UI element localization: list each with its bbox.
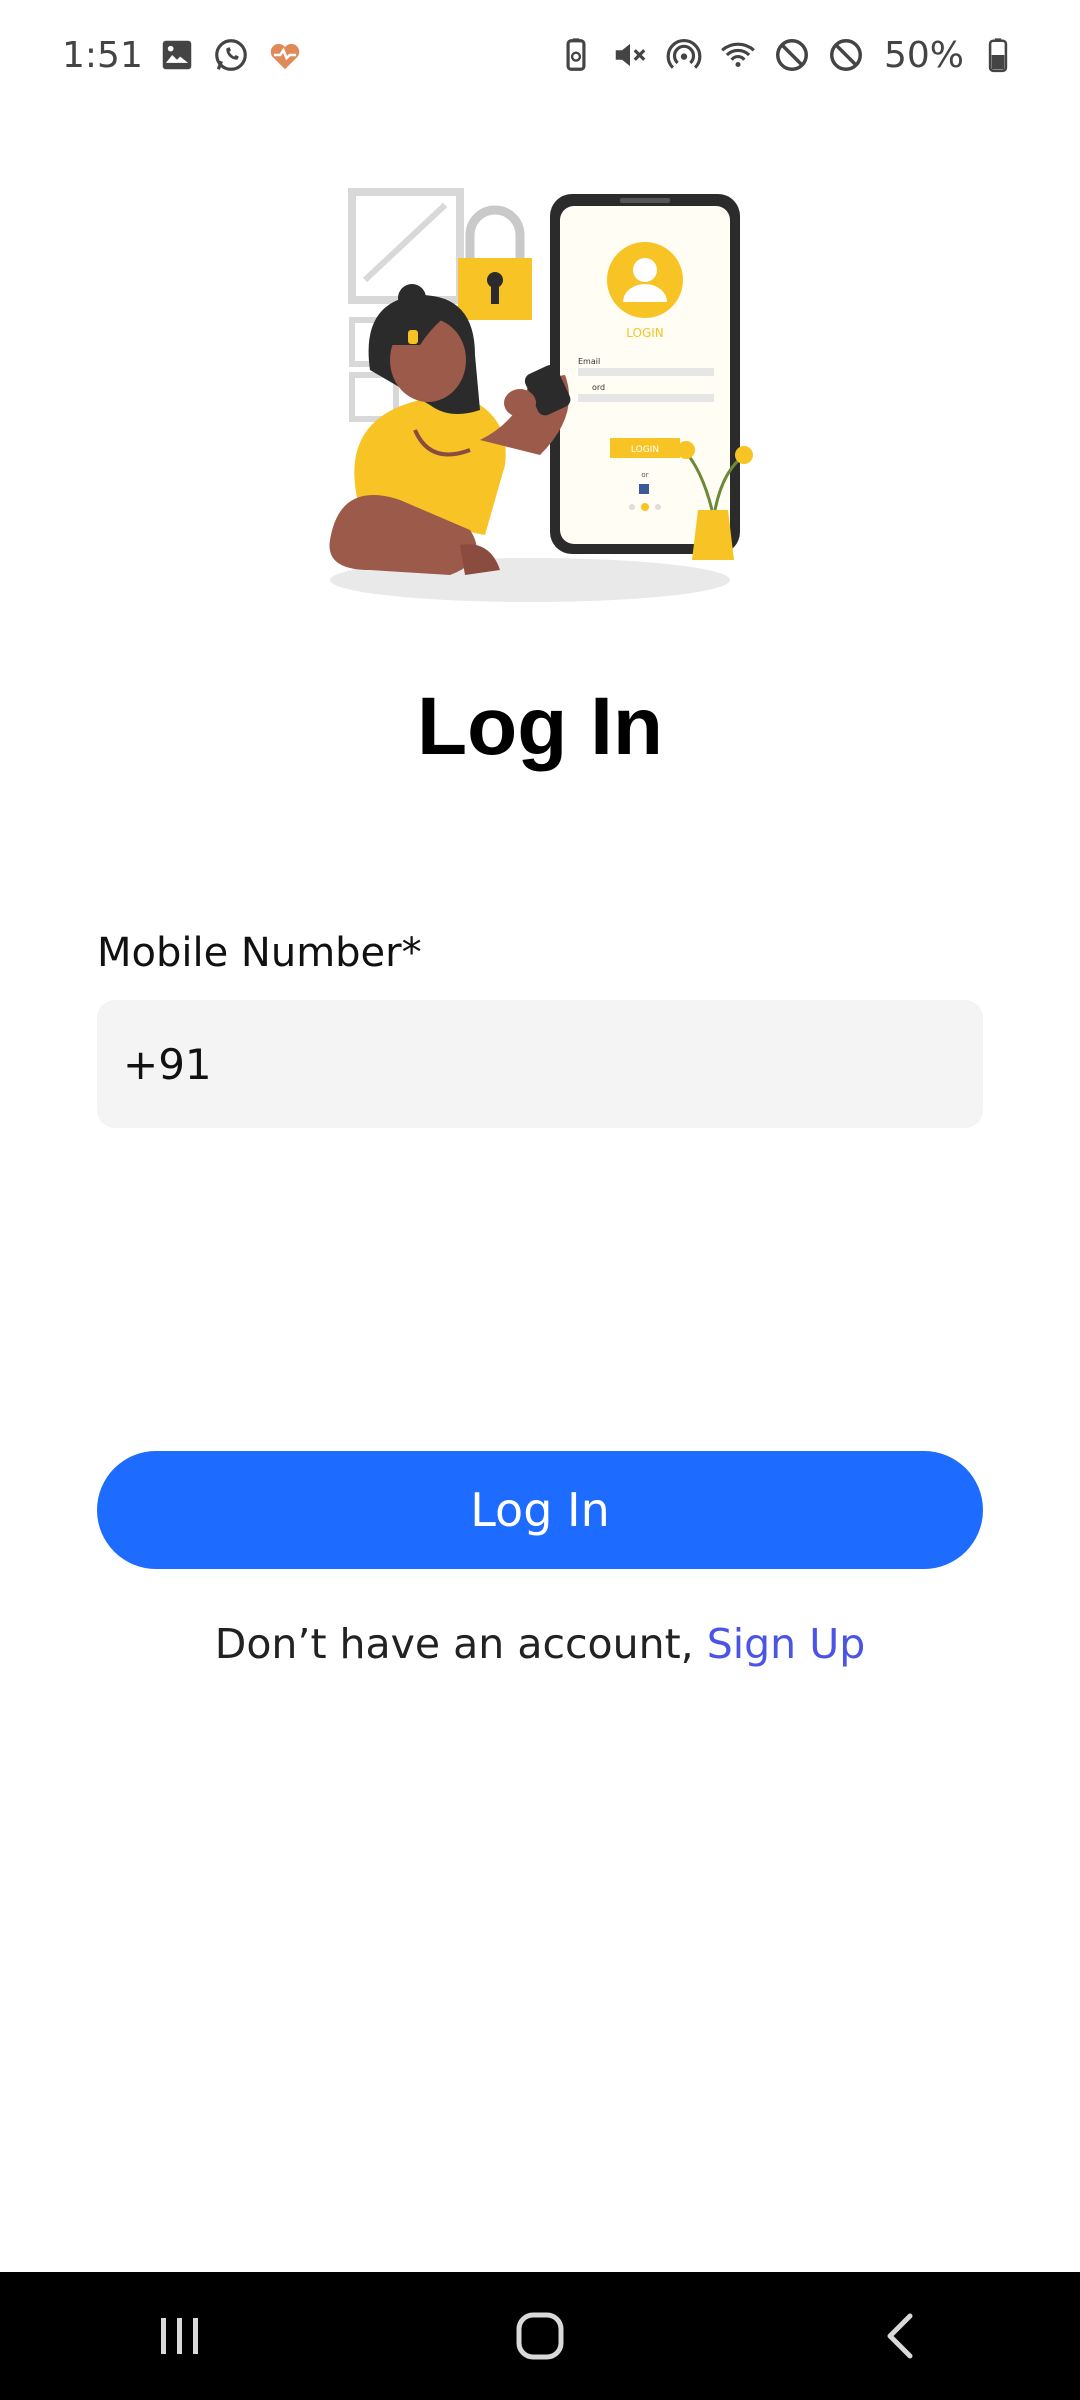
status-bar-right: 50% <box>556 35 1018 76</box>
hotspot-icon <box>664 35 704 75</box>
illustration-login-title: LOGIN <box>626 326 664 340</box>
status-bar: 1:51 50% <box>0 0 1080 110</box>
illustration-or-label: or <box>641 471 648 479</box>
status-bar-left: 1:51 <box>62 35 305 76</box>
battery-saver-icon <box>556 35 596 75</box>
illustration-email-label: Email <box>578 357 600 366</box>
page-title: Log In <box>417 681 663 772</box>
battery-percent: 50% <box>883 34 964 76</box>
mobile-number-value: +91 <box>123 1039 212 1089</box>
do-not-disturb-icon <box>772 35 812 75</box>
back-icon[interactable] <box>840 2286 960 2386</box>
recents-icon[interactable] <box>120 2286 240 2386</box>
status-time: 1:51 <box>62 34 143 76</box>
health-icon <box>265 35 305 75</box>
wifi-icon <box>718 35 758 75</box>
mobile-number-label: Mobile Number* <box>97 930 422 976</box>
blocked-icon <box>826 35 866 75</box>
mute-icon <box>610 35 650 75</box>
signup-prompt: Don’t have an account, Sign Up <box>0 1620 1080 1668</box>
illustration-login-button: LOGIN <box>631 445 659 455</box>
mobile-number-input[interactable]: +91 <box>97 1000 983 1128</box>
signup-link[interactable]: Sign Up <box>707 1620 866 1668</box>
whatsapp-icon <box>211 35 251 75</box>
navigation-bar <box>0 2272 1080 2400</box>
battery-icon <box>978 35 1018 75</box>
login-button[interactable]: Log In <box>97 1451 983 1569</box>
signup-prompt-text: Don’t have an account, <box>214 1620 707 1668</box>
login-illustration: LOGIN Email ord LOGIN or <box>320 180 760 610</box>
illustration-password-label: ord <box>592 383 605 392</box>
home-icon[interactable] <box>480 2286 600 2386</box>
login-button-label: Log In <box>470 1483 610 1537</box>
gallery-icon <box>157 35 197 75</box>
